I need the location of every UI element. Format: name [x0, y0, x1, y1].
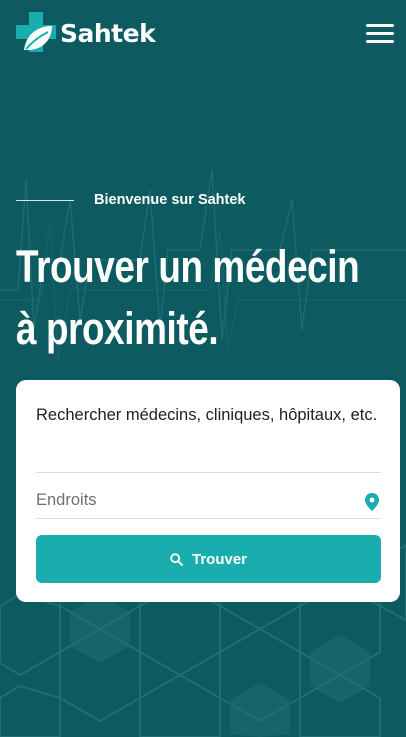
kicker-text: Bienvenue sur Sahtek [94, 192, 246, 208]
menu-bar [366, 40, 394, 43]
background-decoration [0, 0, 406, 737]
brand-name: Sahtek [60, 18, 156, 48]
menu-bar [366, 24, 394, 27]
location-input[interactable] [36, 488, 356, 512]
hamburger-menu-icon[interactable] [364, 22, 396, 44]
search-icon [170, 552, 183, 566]
brand-logo[interactable]: Sahtek [16, 12, 156, 54]
search-button[interactable]: Trouver [36, 535, 381, 583]
search-query-input[interactable]: Rechercher médecins, cliniques, hôpitaux… [36, 400, 386, 431]
hero-kicker: Bienvenue sur Sahtek [16, 192, 246, 208]
top-header: Sahtek [0, 0, 406, 70]
title-line-2: à proximité. [16, 303, 219, 354]
search-card: Rechercher médecins, cliniques, hôpitaux… [16, 380, 400, 602]
divider [36, 518, 381, 519]
title-line-1: Trouver un médecin [16, 241, 360, 292]
logo-cross-leaf-icon [16, 12, 56, 52]
location-pin-icon[interactable] [365, 493, 379, 511]
search-button-label: Trouver [191, 550, 248, 568]
page-title: Trouver un médecin à proximité. [16, 236, 401, 360]
menu-bar [366, 32, 394, 35]
kicker-divider [16, 199, 74, 201]
divider [36, 472, 381, 473]
